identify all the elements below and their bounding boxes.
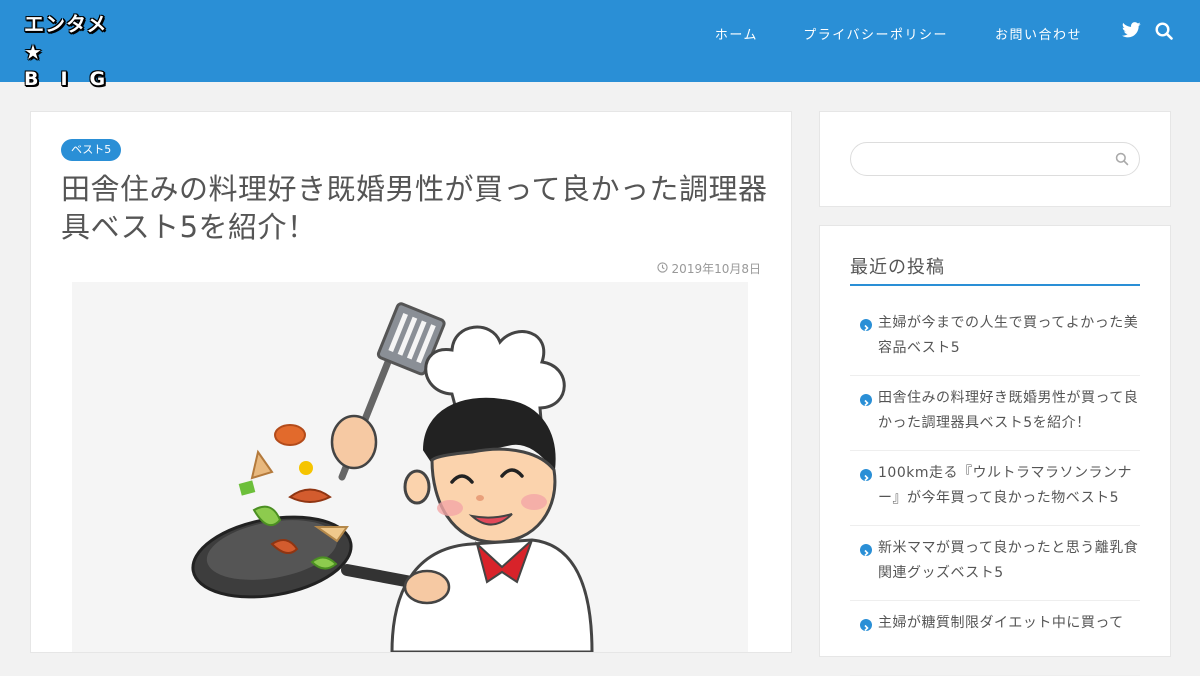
nav-item-contact[interactable]: お問い合わせ [995,24,1082,43]
search-icon[interactable] [1155,22,1173,44]
recent-post-link[interactable]: 主婦が今までの人生で買ってよかった美容品ベスト5 [878,311,1140,361]
recent-posts-list: 主婦が今までの人生で買ってよかった美容品ベスト5 田舎住みの料理好き既婚男性が買… [850,301,1140,676]
logo-text-line1: エンタメ★ [24,12,108,64]
clock-icon [656,261,668,276]
chevron-right-icon [860,319,872,332]
post-date: 2019年10月8日 [656,260,761,277]
site-header: エンタメ★ BIG ホーム プライバシーポリシー お問い合わせ [0,0,1200,90]
post-date-text: 2019年10月8日 [671,262,761,276]
recent-posts-widget: 最近の投稿 主婦が今までの人生で買ってよかった美容品ベスト5 田舎住みの料理好き… [819,225,1171,676]
recent-post-link[interactable]: 田舎住みの料理好き既婚男性が買って良かった調理器具ベスト5を紹介！ [878,386,1140,436]
nav-item-privacy-policy[interactable]: プライバシーポリシー [803,24,948,43]
twitter-icon[interactable] [1121,22,1141,42]
recent-post-item[interactable]: 100km走る『ウルトラマラソンランナー』が今年買って良かった物ベスト5 [850,451,1140,526]
search-input[interactable] [865,149,1109,171]
nav-item-home[interactable]: ホーム [715,24,758,43]
article-title: 田舎住みの料理好き既婚男性が買って良かった調理器具ベスト5を紹介！ [61,172,768,244]
search-box [850,142,1140,176]
article-card: ベスト5 田舎住みの料理好き既婚男性が買って良かった調理器具ベスト5を紹介！ 2… [30,111,792,654]
recent-post-item[interactable]: 新米ママが買って良かったと思う離乳食関連グッズベスト5 [850,526,1140,601]
category-badge[interactable]: ベスト5 [61,139,122,161]
recent-post-item[interactable]: 田舎住みの料理好き既婚男性が買って良かった調理器具ベスト5を紹介！ [850,376,1140,451]
search-submit-icon[interactable] [1115,151,1129,170]
chevron-right-icon [860,619,872,632]
site-logo[interactable]: エンタメ★ BIG [24,10,120,90]
sidebar-search-widget [819,111,1171,207]
recent-post-item[interactable]: 主婦が糖質制限ダイエット中に買って [850,601,1140,676]
recent-posts-heading: 最近の投稿 [850,256,1140,286]
eyecatch-image [72,282,748,654]
chevron-right-icon [860,394,872,407]
recent-post-link[interactable]: 新米ママが買って良かったと思う離乳食関連グッズベスト5 [878,536,1140,586]
logo-text-line2: BIG [24,68,128,90]
chevron-right-icon [860,469,872,482]
recent-post-item[interactable]: 主婦が今までの人生で買ってよかった美容品ベスト5 [850,301,1140,376]
recent-post-link[interactable]: 100km走る『ウルトラマラソンランナー』が今年買って良かった物ベスト5 [878,461,1140,511]
chevron-right-icon [860,544,872,557]
recent-post-link[interactable]: 主婦が糖質制限ダイエット中に買って [878,611,1140,636]
